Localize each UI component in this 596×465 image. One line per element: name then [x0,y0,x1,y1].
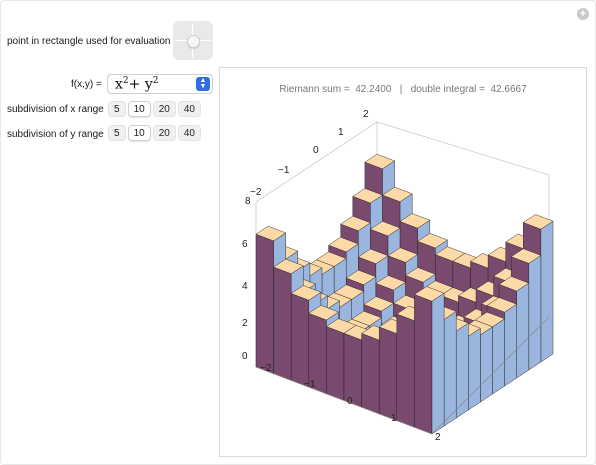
y-option[interactable]: 5 [108,125,126,141]
bar-side-face [528,255,542,371]
z-tick: 6 [242,239,248,250]
y-tick: −1 [278,165,290,176]
plus-icon[interactable]: + [577,8,589,20]
pad-knob[interactable] [187,35,200,48]
y-subdivision-label: subdivision of y range [7,129,104,140]
function-popup[interactable]: x2+ y2 ▲ ▼ [107,74,213,94]
bar-side-face [480,326,493,403]
bars-group [255,153,554,435]
x-option[interactable]: 5 [108,101,126,117]
x-option[interactable]: 20 [152,101,176,117]
bar-side-face [492,318,505,395]
y-tick: 1 [338,127,344,138]
y-tick: −2 [250,187,262,198]
bar-front-face [273,266,292,381]
bar-plot-3d: 0 2 4 6 8 −2 −1 0 1 2 2 1 0 −1 −2 [242,109,554,443]
y-tick: 0 [313,145,319,156]
f-label: f(x,y) = [71,79,102,90]
z-tick: 2 [242,318,248,329]
popup-chevrons-icon[interactable]: ▲ ▼ [196,77,210,91]
bar-front-face [255,233,274,374]
bar-side-face [504,303,517,387]
bar-side-face [443,311,457,427]
bar-front-face [414,294,433,435]
x-option-selected[interactable]: 10 [127,101,151,117]
y-subdivision-setter: 5 10 20 40 [108,125,201,141]
y-option[interactable]: 40 [177,125,201,141]
bar-side-face [468,327,481,411]
bar-front-face [290,293,310,388]
z-tick: 4 [242,281,248,292]
bar-front-face [361,333,380,415]
bar-side-face [516,282,530,379]
z-tick: 0 [242,351,248,362]
x-tick: 0 [347,396,353,407]
bar-front-face [326,326,345,401]
x-option[interactable]: 40 [177,101,201,117]
point-2d-slider[interactable] [173,21,213,60]
x-subdivision-setter: 5 10 20 40 [108,101,201,117]
y-option[interactable]: 20 [152,125,176,141]
bar-side-face [431,292,445,435]
bar-front-face [378,326,398,421]
bar-front-face [396,313,415,428]
x-tick: 2 [435,432,441,443]
function-value: x2+ y2 [115,76,159,93]
x-tick: 1 [391,413,397,424]
bar-side-face [540,220,554,363]
x-tick: −2 [260,363,272,374]
point-label: point in rectangle used for evaluation [7,36,171,47]
y-option-selected[interactable]: 10 [127,125,151,141]
y-tick: 2 [363,109,369,120]
x-tick: −1 [304,379,316,390]
x-subdivision-label: subdivision of x range [7,104,104,115]
